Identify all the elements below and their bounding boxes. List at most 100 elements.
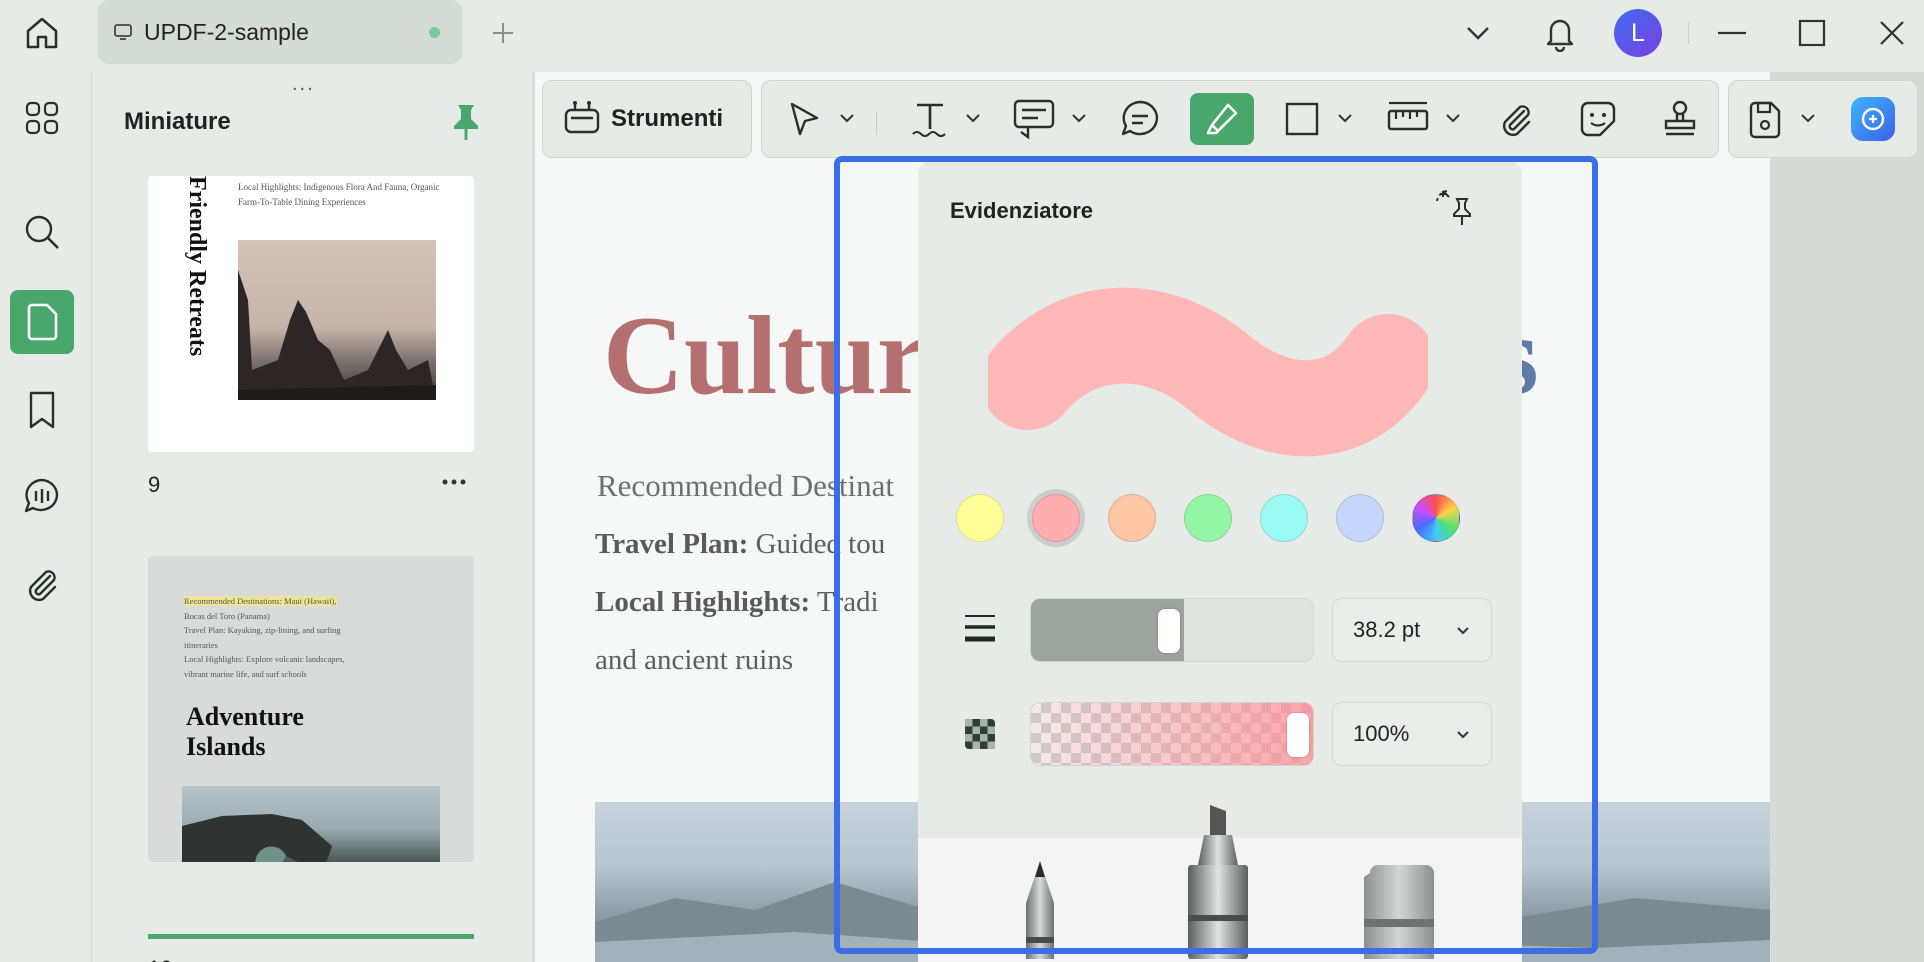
document-line: and ancient ruins — [595, 644, 794, 676]
chevron-down-icon[interactable] — [964, 109, 982, 127]
panel-title: Evidenziatore — [950, 198, 1094, 223]
thumbnails-icon[interactable] — [10, 290, 74, 354]
search-icon[interactable] — [10, 200, 74, 264]
text-icon[interactable] — [906, 93, 954, 145]
tools-label: Strumenti — [611, 105, 724, 132]
line-text: Tradi — [810, 586, 879, 618]
color-swatch[interactable] — [1260, 494, 1308, 542]
thickness-dropdown[interactable]: 38.2 pt — [1332, 598, 1492, 662]
monitor-icon — [110, 19, 136, 45]
highlighter-icon[interactable] — [1190, 93, 1254, 145]
custom-color-swatch[interactable] — [1412, 494, 1460, 542]
color-swatch[interactable] — [1032, 494, 1080, 542]
document-title: Cultur — [603, 294, 927, 418]
chevron-down-icon[interactable] — [1336, 109, 1354, 127]
maximize-icon[interactable] — [1794, 10, 1830, 56]
divider — [876, 111, 877, 135]
stroke-preview — [980, 282, 1436, 472]
color-swatch[interactable] — [1336, 494, 1384, 542]
panel-title: Miniature — [124, 108, 231, 135]
marker-icon[interactable] — [1180, 805, 1256, 962]
note-icon[interactable] — [1114, 93, 1166, 145]
select-icon[interactable] — [780, 93, 828, 145]
document-line: Travel Plan: Guided tou — [595, 528, 885, 561]
current-page-indicator — [148, 934, 474, 939]
stamp-icon[interactable] — [1656, 93, 1704, 145]
attachment-icon[interactable] — [10, 552, 74, 616]
opacity-icon — [962, 716, 998, 752]
home-icon[interactable] — [18, 12, 66, 54]
rectangle-icon[interactable] — [1278, 93, 1326, 145]
chevron-down-icon[interactable] — [838, 109, 856, 127]
thickness-slider[interactable] — [1030, 598, 1314, 662]
right-toolbar — [1728, 80, 1918, 158]
chevron-down-icon[interactable] — [1799, 109, 1817, 127]
thumbnail-photo — [238, 240, 436, 400]
thumbnails-panel: ... Miniature Friendly Retreats Local Hi… — [92, 72, 530, 962]
chevron-down-icon[interactable] — [1444, 109, 1462, 127]
thumbnail-line: Local Highlights: Explore volcanic lands… — [184, 654, 345, 664]
slider-handle[interactable] — [1158, 609, 1180, 653]
page-number: 9 — [148, 472, 161, 497]
attach-icon[interactable] — [1492, 93, 1540, 145]
thumbnail-line: itineraries — [184, 639, 218, 650]
avatar[interactable]: L — [1614, 9, 1662, 57]
thumbnail-title-line: Islands — [186, 732, 266, 761]
thumbnail-title-line: Adventure — [186, 702, 304, 731]
thumbnail-line: vibrant marine life, and surf schools — [184, 668, 307, 679]
bell-icon[interactable] — [1538, 10, 1582, 56]
slider-handle[interactable] — [1287, 713, 1309, 757]
plus-icon[interactable] — [486, 16, 520, 50]
pencil-icon[interactable] — [1010, 855, 1070, 962]
line-thickness-icon — [962, 610, 998, 646]
more-options-icon[interactable] — [442, 466, 474, 490]
thumbnail-title: Adventure Islands — [186, 702, 304, 762]
document-tab[interactable]: UPDF-2-sample — [98, 0, 462, 64]
pin-panel-icon[interactable] — [1432, 186, 1476, 230]
drag-handle[interactable]: ... — [292, 74, 315, 94]
divider — [1688, 22, 1689, 44]
tools-button[interactable]: Strumenti — [563, 93, 743, 145]
bookmark-icon[interactable] — [10, 378, 74, 442]
close-icon[interactable] — [1874, 10, 1910, 56]
unsaved-dot — [429, 27, 440, 38]
minimize-icon[interactable] — [1714, 10, 1750, 56]
chevron-down-icon[interactable] — [1070, 109, 1088, 127]
thumbnail-text: Recommended Destinations: Maui (Hawaii),… — [184, 594, 444, 681]
thumbnail-line: Travel Plan: Kayaking, zip-lining, and s… — [184, 625, 341, 635]
comment-icon[interactable] — [1008, 93, 1060, 145]
page-thumbnail-9[interactable]: Friendly Retreats Local Highlights: Indi… — [148, 176, 474, 452]
thumbnail-line: Bocas del Toro (Panama) — [184, 610, 270, 621]
page-thumbnail-10[interactable]: Recommended Destinations: Maui (Hawaii),… — [148, 556, 474, 862]
apps-icon[interactable] — [10, 86, 74, 150]
pin-icon[interactable] — [448, 100, 484, 144]
pen-type-selector — [918, 805, 1522, 962]
line-text: Guided tou — [748, 528, 886, 560]
annotation-toolbar — [761, 80, 1719, 158]
toolbox-icon — [563, 98, 601, 141]
line-label: Travel Plan: — [595, 528, 749, 560]
left-rail — [0, 72, 90, 962]
comments-icon[interactable] — [10, 464, 74, 528]
sticker-icon[interactable] — [1574, 93, 1622, 145]
thumbnail-text: Local Highlights: Indigenous Flora And F… — [238, 182, 440, 207]
highlighted-text: Recommended Destinations: Maui (Hawaii), — [184, 596, 337, 606]
line-label: Local Highlights: — [595, 586, 811, 618]
thumbnail-photo — [182, 786, 440, 862]
tools-group: Strumenti — [542, 80, 752, 158]
opacity-slider[interactable] — [1030, 702, 1314, 766]
chevron-down-icon — [1457, 627, 1469, 635]
save-icon[interactable] — [1741, 93, 1789, 145]
opacity-dropdown[interactable]: 100% — [1332, 702, 1492, 766]
measure-icon[interactable] — [1382, 93, 1434, 145]
color-swatch[interactable] — [1108, 494, 1156, 542]
color-swatch[interactable] — [956, 494, 1004, 542]
eraser-icon[interactable] — [1360, 863, 1440, 962]
page-number: 10 — [148, 956, 172, 962]
ai-assistant-icon[interactable] — [1845, 93, 1901, 145]
document-subtitle: Recommended Destinat — [597, 468, 894, 503]
color-swatch[interactable] — [1184, 494, 1232, 542]
chevron-down-icon[interactable] — [1458, 10, 1498, 56]
document-line: Local Highlights: Tradi — [595, 586, 879, 619]
thickness-value: 38.2 pt — [1353, 617, 1421, 642]
